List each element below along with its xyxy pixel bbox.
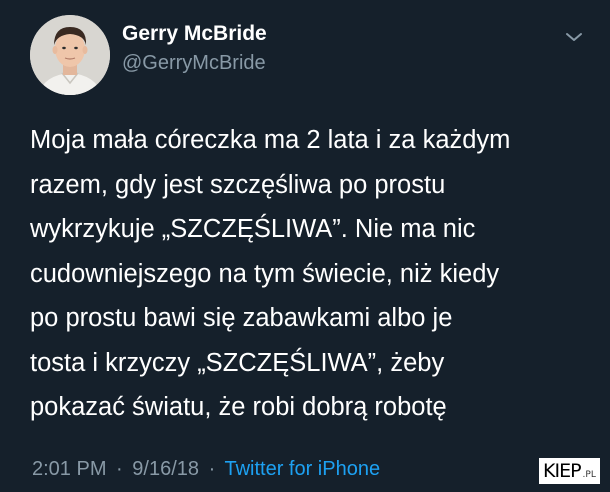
tweet-text-line: wykrzykuje „SZCZĘŚLIWA”. Nie ma nic bbox=[30, 215, 476, 243]
tweet-text-line: Moja mała córeczka ma 2 lata i za każdym bbox=[30, 126, 511, 154]
tweet-text-line: po prostu bawi się zabawkami albo je bbox=[30, 304, 453, 332]
watermark-main: KIEP bbox=[543, 460, 582, 482]
meta-separator: · bbox=[208, 458, 216, 480]
author-name[interactable]: Gerry McBride bbox=[122, 22, 267, 46]
tweet-date[interactable]: 9/16/18 bbox=[132, 458, 199, 480]
tweet-text-line: pokazać światu, że robi dobrą robotę bbox=[30, 393, 447, 421]
tweet-source-link[interactable]: Twitter for iPhone bbox=[224, 458, 380, 480]
avatar-image bbox=[30, 15, 110, 95]
chevron-down-icon[interactable] bbox=[564, 30, 584, 44]
tweet-card: Gerry McBride @GerryMcBride Moja mała có… bbox=[0, 0, 610, 492]
tweet-text-line: razem, gdy jest szczęśliwa po prostu bbox=[30, 170, 446, 199]
tweet-meta: 2:01 PM · 9/16/18 · Twitter for iPhone bbox=[32, 458, 380, 481]
tweet-time[interactable]: 2:01 PM bbox=[32, 458, 106, 480]
tweet-text-line: cudowniejszego na tym świecie, niż kiedy bbox=[30, 259, 500, 288]
author-handle[interactable]: @GerryMcBride bbox=[122, 52, 266, 75]
kiep-watermark-logo: KIEP .PL bbox=[539, 458, 600, 484]
watermark-suffix: .PL bbox=[582, 470, 596, 480]
tweet-text: Moja mała córeczka ma 2 lata i za każdym… bbox=[30, 118, 600, 430]
avatar[interactable] bbox=[30, 15, 110, 95]
meta-separator: · bbox=[116, 458, 123, 480]
tweet-text-line: tosta i krzyczy „SZCZĘŚLIWA”, żeby bbox=[30, 348, 445, 377]
